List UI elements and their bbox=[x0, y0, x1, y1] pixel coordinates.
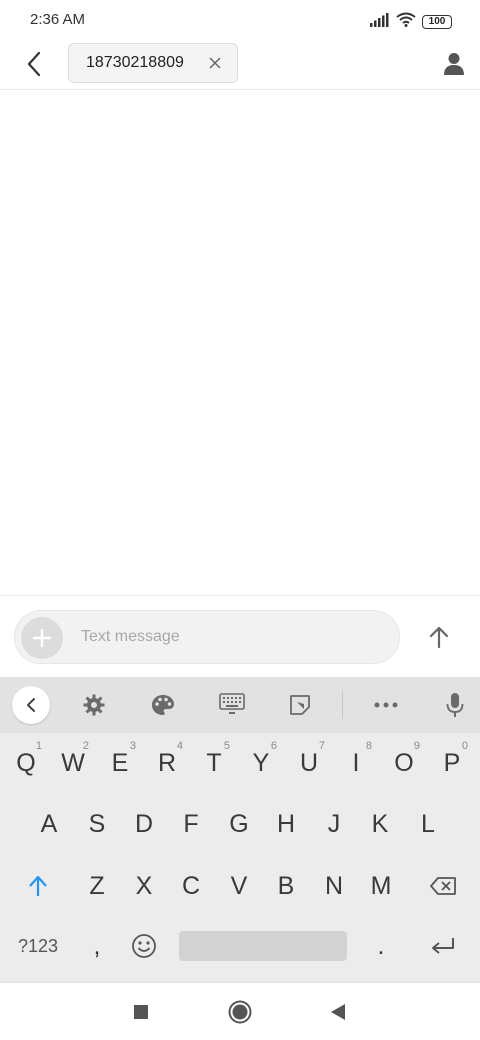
compose-bar: Text message bbox=[0, 595, 480, 677]
gear-icon bbox=[83, 694, 105, 716]
key-j[interactable]: J bbox=[312, 798, 356, 850]
backspace-key[interactable] bbox=[418, 860, 468, 912]
keyboard: Q1 W2 E3 R4 T5 Y6 U7 I8 O9 P0 A S D F G … bbox=[0, 677, 480, 982]
enter-key[interactable] bbox=[418, 920, 468, 972]
remove-recipient-button[interactable] bbox=[205, 53, 225, 73]
home-button[interactable] bbox=[222, 995, 258, 1029]
send-button[interactable] bbox=[420, 618, 458, 656]
sticker-icon bbox=[290, 695, 310, 715]
collapse-toolbar-button[interactable] bbox=[12, 686, 50, 724]
sticker-button[interactable] bbox=[282, 689, 318, 721]
add-attachment-button[interactable] bbox=[21, 617, 63, 659]
key-s[interactable]: S bbox=[75, 798, 119, 850]
settings-button[interactable] bbox=[76, 689, 112, 721]
person-icon bbox=[444, 53, 464, 75]
key-c[interactable]: C bbox=[169, 860, 213, 912]
back-button[interactable] bbox=[18, 48, 50, 80]
key-r[interactable]: R4 bbox=[145, 737, 189, 789]
enter-icon bbox=[432, 938, 454, 954]
more-button[interactable] bbox=[368, 689, 404, 721]
keyboard-mode-button[interactable] bbox=[214, 689, 250, 721]
key-t[interactable]: T5 bbox=[192, 737, 236, 789]
key-z[interactable]: Z bbox=[75, 860, 119, 912]
period-key[interactable]: . bbox=[359, 920, 403, 972]
conversation-area bbox=[0, 91, 480, 594]
arrow-up-icon bbox=[429, 626, 449, 648]
key-v[interactable]: V bbox=[217, 860, 261, 912]
mic-icon bbox=[446, 693, 464, 717]
key-g[interactable]: G bbox=[217, 798, 261, 850]
key-u[interactable]: U7 bbox=[287, 737, 331, 789]
shift-icon bbox=[29, 875, 47, 896]
key-o[interactable]: O9 bbox=[382, 737, 426, 789]
theme-button[interactable] bbox=[145, 689, 181, 721]
contact-button[interactable] bbox=[438, 48, 470, 80]
keyboard-toolbar bbox=[0, 677, 480, 733]
recipient-chip[interactable]: 18730218809 bbox=[68, 43, 238, 83]
emoji-icon bbox=[132, 934, 156, 958]
key-x[interactable]: X bbox=[122, 860, 166, 912]
square-icon bbox=[134, 1005, 148, 1019]
backspace-icon bbox=[430, 877, 456, 895]
key-f[interactable]: F bbox=[169, 798, 213, 850]
navigation-bar bbox=[0, 982, 480, 1040]
battery-icon: 100 bbox=[422, 15, 452, 29]
space-key[interactable] bbox=[179, 931, 347, 961]
toolbar-divider bbox=[342, 691, 343, 719]
palette-icon bbox=[152, 695, 174, 715]
emoji-key[interactable] bbox=[122, 920, 166, 972]
key-y[interactable]: Y6 bbox=[239, 737, 283, 789]
wifi-icon bbox=[396, 12, 416, 32]
recipient-number: 18730218809 bbox=[86, 54, 184, 71]
chevron-left-icon bbox=[27, 51, 41, 77]
back-nav-button[interactable] bbox=[320, 995, 356, 1029]
status-time: 2:36 AM bbox=[30, 11, 86, 28]
status-icons: 100 bbox=[370, 12, 452, 32]
key-d[interactable]: D bbox=[122, 798, 166, 850]
key-k[interactable]: K bbox=[358, 798, 402, 850]
key-i[interactable]: I8 bbox=[334, 737, 378, 789]
key-l[interactable]: L bbox=[406, 798, 450, 850]
key-n[interactable]: N bbox=[312, 860, 356, 912]
conversation-header: 18730218809 bbox=[0, 40, 480, 90]
message-input[interactable]: Text message bbox=[14, 610, 400, 664]
keyboard-icon bbox=[219, 693, 245, 714]
more-icon bbox=[374, 702, 398, 708]
circle-icon bbox=[228, 1000, 252, 1024]
key-p[interactable]: P0 bbox=[430, 737, 474, 789]
symbols-key[interactable]: ?123 bbox=[10, 920, 66, 972]
chevron-left-icon bbox=[27, 698, 35, 712]
key-b[interactable]: B bbox=[264, 860, 308, 912]
key-a[interactable]: A bbox=[27, 798, 71, 850]
plus-icon bbox=[33, 629, 51, 647]
key-w[interactable]: W2 bbox=[51, 737, 95, 789]
key-e[interactable]: E3 bbox=[98, 737, 142, 789]
voice-input-button[interactable] bbox=[437, 689, 473, 721]
triangle-back-icon bbox=[331, 1004, 345, 1020]
recents-button[interactable] bbox=[123, 995, 159, 1029]
comma-key[interactable]: , bbox=[75, 920, 119, 972]
message-placeholder: Text message bbox=[81, 628, 180, 645]
signal-icon bbox=[370, 12, 390, 32]
key-q[interactable]: Q1 bbox=[4, 737, 48, 789]
close-icon bbox=[209, 57, 221, 69]
key-h[interactable]: H bbox=[264, 798, 308, 850]
key-m[interactable]: M bbox=[359, 860, 403, 912]
shift-key[interactable] bbox=[16, 860, 60, 912]
